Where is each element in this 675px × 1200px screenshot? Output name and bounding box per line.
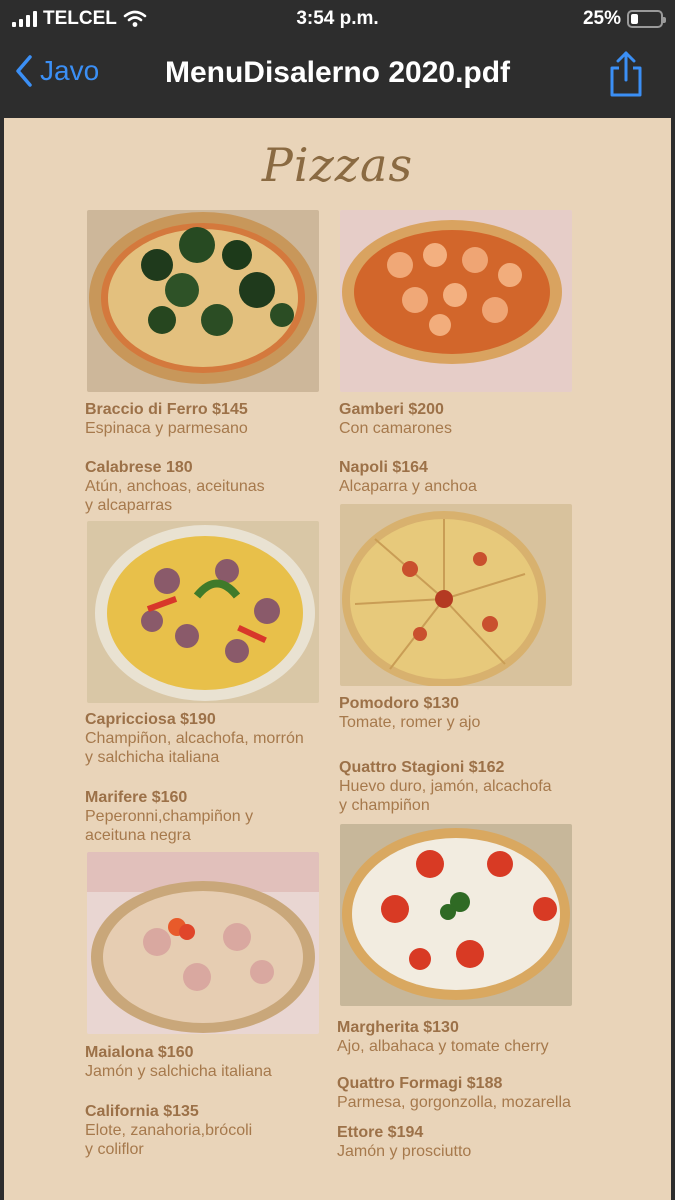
item-name: Quattro Stagioni $162 <box>339 759 505 776</box>
menu-item-quattro-stagioni: Quattro Stagioni $162 Huevo duro, jamón,… <box>339 758 552 815</box>
menu-item-capricciosa: Capricciosa $190 Champiñon, alcachofa, m… <box>85 710 304 767</box>
item-name: California $135 <box>85 1103 199 1120</box>
document-title: MenuDisalerno 2020.pdf <box>164 56 511 89</box>
item-name: Quattro Formagi $188 <box>337 1075 503 1092</box>
menu-item-braccio: Braccio di Ferro $145 Espinaca y parmesa… <box>85 400 248 438</box>
item-name: Ettore $194 <box>337 1124 424 1141</box>
pizza-photo-braccio <box>87 210 319 392</box>
clock: 3:54 p.m. <box>296 8 379 29</box>
pizza-photo-capricciosa <box>87 521 319 703</box>
battery-icon <box>627 10 666 28</box>
menu-item-california: California $135 Elote, zanahoria,brócoli… <box>85 1102 252 1159</box>
item-name: Calabrese 180 <box>85 459 193 476</box>
menu-item-marifere: Marifere $160 Peperonni,champiñon y acei… <box>85 788 253 845</box>
menu-item-calabrese: Calabrese 180 Atún, anchoas, aceitunas y… <box>85 458 265 515</box>
item-desc: Ajo, albahaca y tomate cherry <box>337 1038 549 1055</box>
menu-item-maialona: Maialona $160 Jamón y salchicha italiana <box>85 1043 272 1081</box>
item-desc: Tomate, romer y ajo <box>339 714 481 731</box>
item-desc: Jamón y salchicha italiana <box>85 1063 272 1080</box>
item-name: Marifere $160 <box>85 789 188 806</box>
item-desc: Jamón y prosciutto <box>337 1143 472 1160</box>
item-desc: Atún, anchoas, aceitunas y alcaparras <box>85 478 265 514</box>
item-desc: Peperonni,champiñon y aceituna negra <box>85 808 254 844</box>
navigation-bar: Javo MenuDisalerno 2020.pdf <box>0 38 675 118</box>
menu-heading: Pizzas <box>261 138 414 192</box>
pizza-photo-margherita <box>340 824 572 1006</box>
battery-percent: 25% <box>582 8 621 29</box>
share-button[interactable] <box>607 50 645 103</box>
battery-fill <box>631 14 638 24</box>
item-desc: Huevo duro, jamón, alcachofa y champiñon <box>339 778 552 814</box>
item-desc: Elote, zanahoria,brócoli y coliflor <box>85 1122 253 1158</box>
item-name: Maialona $160 <box>85 1044 194 1061</box>
item-desc: Parmesa, gorgonzolla, mozarella <box>337 1094 571 1111</box>
item-name: Pomodoro $130 <box>339 695 460 712</box>
item-desc: Alcaparra y anchoa <box>339 478 477 495</box>
menu-item-ettore: Ettore $194 Jamón y prosciutto <box>337 1123 471 1161</box>
status-right: 25% <box>582 8 666 30</box>
menu-item-margherita: Margherita $130 Ajo, albahaca y tomate c… <box>337 1018 549 1056</box>
item-name: Braccio di Ferro $145 <box>85 401 248 418</box>
menu-item-napoli: Napoli $164 Alcaparra y anchoa <box>339 458 477 496</box>
menu-item-pomodoro: Pomodoro $130 Tomate, romer y ajo <box>339 694 480 732</box>
item-desc: Con camarones <box>339 420 452 437</box>
pdf-page[interactable]: Pizzas Braccio di Ferro $145 Espinaca y … <box>4 118 671 1200</box>
item-name: Capricciosa $190 <box>85 711 216 728</box>
menu-item-quattro-formagi: Quattro Formagi $188 Parmesa, gorgonzoll… <box>337 1074 571 1112</box>
pizza-photo-pomodoro <box>340 504 572 686</box>
pizza-photo-gamberi <box>340 210 572 392</box>
item-name: Margherita $130 <box>337 1019 459 1036</box>
item-name: Gamberi $200 <box>339 401 444 418</box>
menu-item-gamberi: Gamberi $200 Con camarones <box>339 400 452 438</box>
item-desc: Champiñon, alcachofa, morrón y salchicha… <box>85 730 304 766</box>
pizza-photo-maialona <box>87 852 319 1034</box>
share-icon <box>610 51 642 97</box>
item-name: Napoli $164 <box>339 459 428 476</box>
status-bar: TELCEL 3:54 p.m. 25% <box>0 0 675 38</box>
item-desc: Espinaca y parmesano <box>85 420 248 437</box>
